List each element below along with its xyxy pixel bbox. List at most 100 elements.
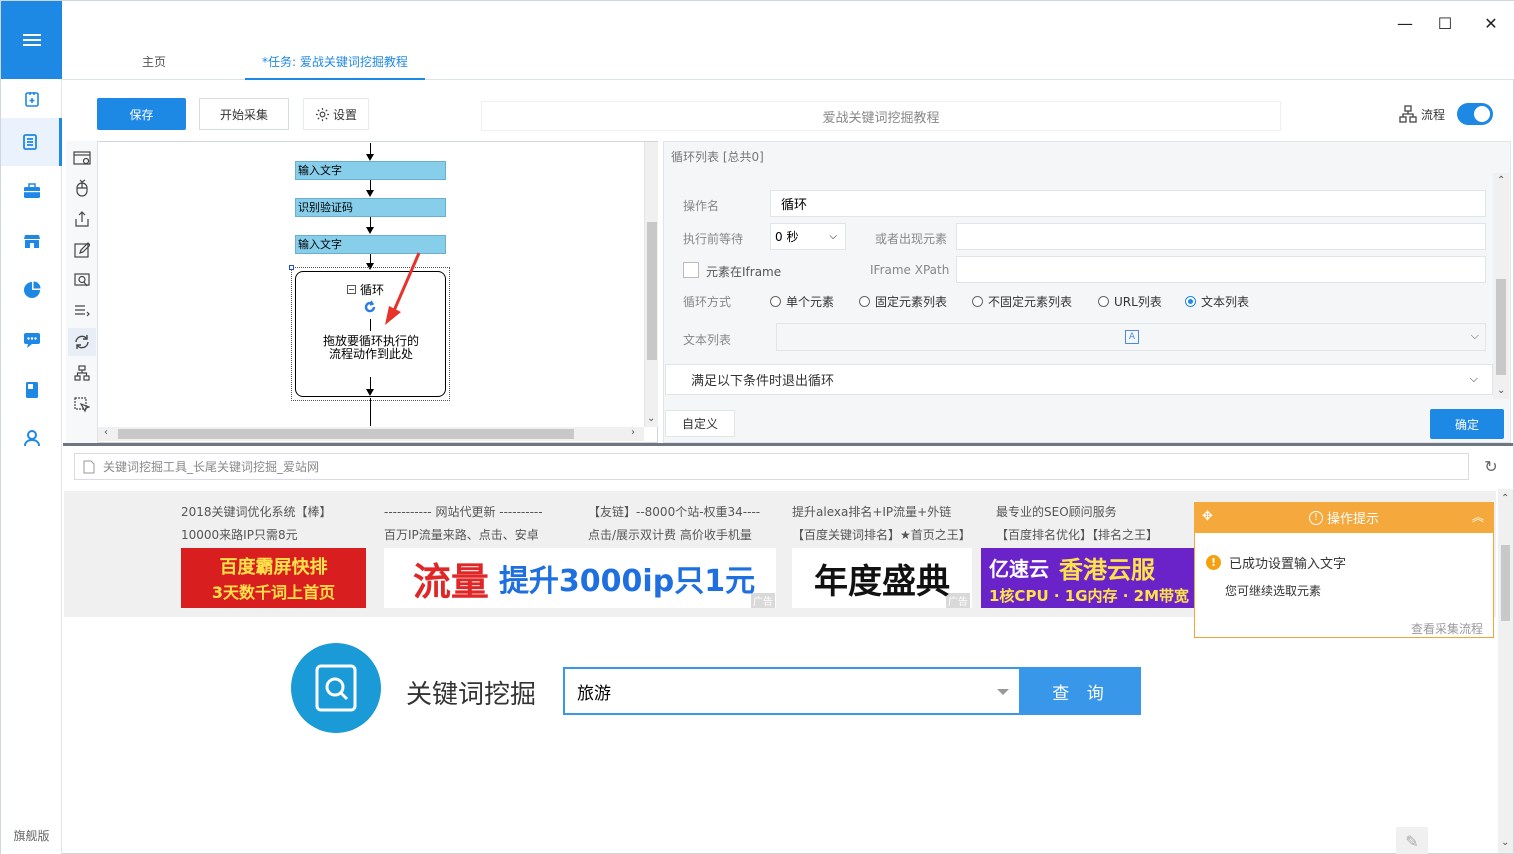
scroll-down-icon[interactable]: ⌄ [1497, 385, 1505, 396]
click-tool-icon[interactable] [68, 174, 96, 202]
reload-icon[interactable]: ↻ [1481, 456, 1501, 476]
ad-text[interactable]: 提升alexa排名+IP流量+外链 [792, 503, 951, 520]
page-scrollbar[interactable] [1498, 489, 1513, 853]
query-button[interactable]: 查 询 [1021, 667, 1141, 715]
chevron-down-icon[interactable] [997, 689, 1009, 695]
flow-vertical-scrollbar[interactable] [644, 142, 658, 427]
selection-handle[interactable] [289, 265, 294, 270]
scroll-left-icon[interactable]: ‹ [104, 427, 108, 438]
ad-text[interactable]: ----------- 网站代更新 ---------- [384, 503, 543, 520]
task-name-field[interactable]: 爱战关键词挖掘教程 [481, 101, 1281, 131]
loop-header[interactable]: − 循环 [347, 281, 384, 298]
task-add-icon[interactable] [1, 75, 62, 123]
book-icon[interactable] [1, 366, 62, 414]
minimize-button[interactable]: — [1390, 11, 1420, 35]
extract-tool-icon[interactable] [68, 205, 96, 233]
save-button[interactable]: 保存 [97, 98, 186, 130]
flow-toggle[interactable] [1457, 103, 1493, 125]
doc-list-icon[interactable] [1, 118, 62, 166]
radio-text-list[interactable]: 文本列表 [1185, 293, 1249, 310]
flow-arrow [366, 190, 374, 197]
pie-chart-icon[interactable] [1, 266, 62, 314]
op-name-input[interactable]: 循环 [770, 190, 1486, 217]
scroll-right-icon[interactable]: › [631, 427, 635, 438]
ad-banner-festival[interactable]: 年度盛典 [792, 548, 972, 608]
scroll-up-icon[interactable]: ⌃ [1501, 493, 1509, 504]
scroll-up-icon[interactable]: ⌃ [1497, 175, 1505, 186]
radio-single-element[interactable]: 单个元素 [770, 293, 834, 310]
page-title: 关键词挖掘 [406, 680, 537, 710]
ad-banner-baidu[interactable]: 百度霸屏快排 3天数千词上首页 [181, 548, 366, 608]
select-list-tool-icon[interactable] [68, 297, 96, 325]
or-appear-label: 或者出现元素 [875, 232, 948, 246]
ad-text[interactable]: 【百度排名优化】【排名之王】 [996, 526, 1158, 543]
ad-text[interactable]: 10000来路IP只需8元 [181, 526, 298, 543]
tab-home[interactable]: 主页 [142, 53, 166, 70]
tip-header[interactable]: ✥ ! 操作提示 ︽ [1194, 502, 1494, 533]
search-input[interactable]: 旅游 [563, 667, 1021, 715]
open-page-tool-icon[interactable] [68, 145, 96, 173]
custom-button[interactable]: 自定义 [665, 410, 735, 437]
chat-icon[interactable] [1, 316, 62, 364]
briefcase-icon[interactable] [1, 167, 62, 215]
flow-step-input-text[interactable]: 输入文字 [295, 161, 446, 180]
iframe-checkbox[interactable] [683, 262, 699, 278]
ad-text[interactable]: 点击/展示双计费 高价收手机量 [588, 526, 752, 543]
flowchart-icon [1399, 105, 1417, 123]
ad-text[interactable]: 2018关键词优化系统【棒】 [181, 503, 332, 520]
left-nav: 旗舰版 [1, 1, 62, 854]
ad-text[interactable]: 【百度关键词排名】★首页之王】 [792, 526, 971, 543]
maximize-button[interactable]: ☐ [1430, 11, 1460, 35]
flow-step-captcha[interactable]: 识别验证码 [295, 198, 446, 217]
scroll-down-icon[interactable]: ⌄ [647, 413, 655, 424]
ok-button[interactable]: 确定 [1430, 409, 1504, 439]
ad-text[interactable]: 最专业的SEO顾问服务 [996, 503, 1117, 520]
radio-variable-list[interactable]: 不固定元素列表 [972, 293, 1072, 310]
view-flow-link[interactable]: 查看采集流程 [1411, 620, 1483, 637]
captcha-tool-icon[interactable] [68, 267, 96, 295]
close-button[interactable]: ✕ [1476, 11, 1506, 35]
scroll-down-icon[interactable]: ⌄ [1501, 837, 1509, 848]
input-text-tool-icon[interactable] [68, 236, 96, 264]
collapse-icon[interactable]: − [347, 285, 356, 294]
ad-banner-traffic[interactable]: 流量 提升3000ip只1元 [384, 548, 776, 608]
wait-select[interactable]: 0 秒 ⌵ [770, 223, 846, 250]
start-collect-button[interactable]: 开始采集 [199, 98, 289, 130]
splitter[interactable] [63, 443, 1513, 446]
flow-horizontal-scrollbar[interactable] [98, 427, 644, 441]
store-icon[interactable] [1, 217, 62, 265]
branch-tool-icon[interactable] [68, 359, 96, 387]
ad-text[interactable]: 百万IP流量来路、点击、安卓 [384, 526, 539, 543]
radio-url-list[interactable]: URL列表 [1098, 293, 1162, 310]
flow-label: 流程 [1399, 105, 1445, 123]
collapse-up-icon[interactable]: ︽ [1472, 508, 1484, 525]
exit-condition-row[interactable]: 满足以下条件时退出循环 ⌵ [665, 364, 1493, 395]
user-icon[interactable] [1, 414, 62, 462]
ad-banner-yisu[interactable]: 亿速云 香港云服 1核CPU · 1G内存 · 2M带宽 [981, 548, 1195, 608]
edition-label: 旗舰版 [13, 829, 50, 843]
move-icon[interactable]: ✥ [1202, 509, 1213, 524]
wait-label: 执行前等待 [683, 232, 744, 246]
loop-tool-icon[interactable] [68, 328, 96, 356]
page-icon [83, 460, 95, 473]
config-scrollbar[interactable] [1493, 173, 1509, 399]
settings-button[interactable]: 设置 [303, 98, 369, 130]
ad-text[interactable]: 【友链】--8000个站-权重34---- [588, 503, 760, 520]
tip-title: 操作提示 [1326, 512, 1379, 527]
loop-list-header: 循环列表 [总共0] [671, 150, 764, 164]
exit-condition-label: 满足以下条件时退出循环 [691, 374, 835, 389]
menu-icon[interactable] [1, 1, 62, 79]
edit-float-icon[interactable]: ✎ [1396, 827, 1428, 854]
radio-fixed-list[interactable]: 固定元素列表 [859, 293, 947, 310]
flow-toolbox [66, 141, 98, 443]
keyword-tool-logo [291, 643, 381, 733]
loop-refresh-icon [363, 300, 377, 314]
mouse-hover-tool-icon[interactable] [68, 391, 96, 419]
address-bar[interactable]: 关键词挖掘工具_长尾关键词挖掘_爱站网 [74, 453, 1469, 480]
or-appear-input[interactable] [956, 223, 1486, 250]
iframe-xpath-input[interactable] [956, 256, 1486, 283]
tab-task[interactable]: *任务: 爱战关键词挖掘教程 [262, 53, 408, 70]
text-edit-icon[interactable]: A [1125, 330, 1139, 344]
gear-icon [315, 107, 330, 121]
text-list-input[interactable]: A ⌵ [776, 323, 1486, 351]
